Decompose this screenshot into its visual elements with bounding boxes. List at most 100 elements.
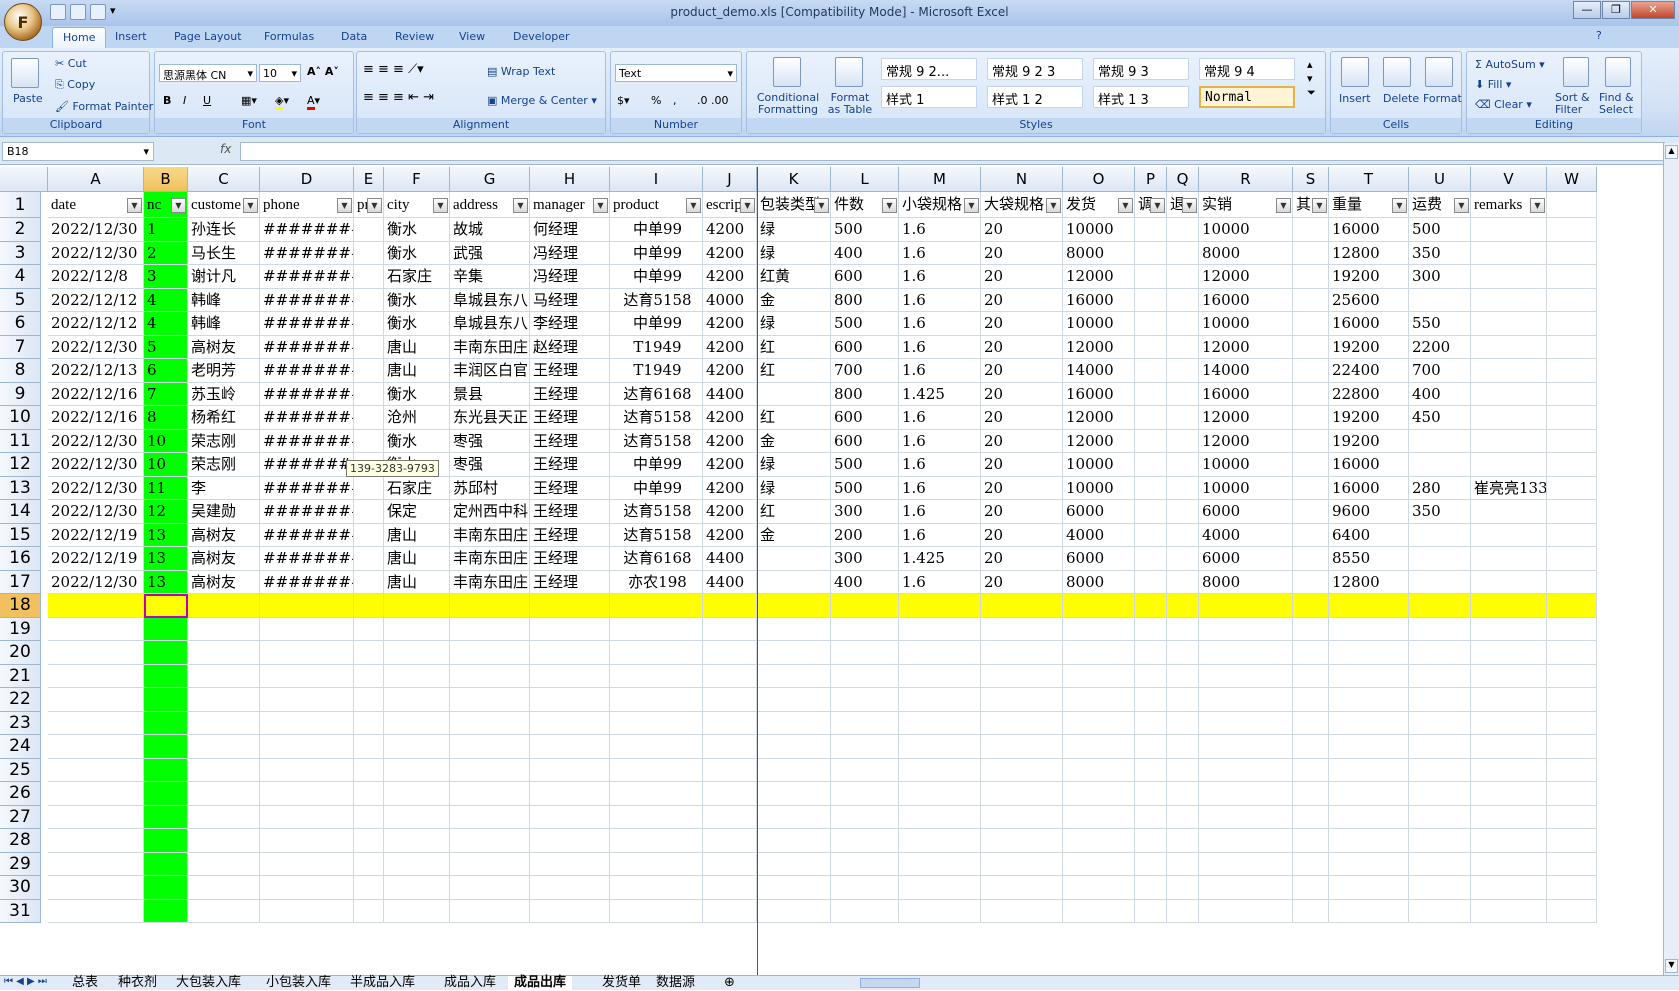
table-cell[interactable] — [981, 711, 1063, 735]
row-header[interactable]: 23 — [0, 711, 41, 735]
table-cell[interactable] — [1409, 688, 1471, 712]
sheet-tab[interactable]: 半成品入库 — [344, 976, 421, 991]
row-header[interactable]: 22 — [0, 688, 41, 712]
table-cell[interactable] — [144, 758, 188, 782]
table-cell[interactable] — [354, 617, 384, 641]
table-cell[interactable] — [1293, 664, 1329, 688]
table-cell[interactable] — [981, 876, 1063, 900]
table-cell[interactable] — [260, 688, 354, 712]
table-cell[interactable] — [1135, 288, 1167, 312]
table-cell[interactable]: 王经理 — [530, 382, 610, 406]
column-header[interactable]: C — [188, 167, 260, 192]
table-cell[interactable] — [188, 829, 260, 853]
format-cells-button[interactable]: Format — [1423, 92, 1462, 105]
table-cell[interactable] — [1199, 758, 1293, 782]
table-cell[interactable]: 1.6 — [899, 335, 981, 359]
column-header[interactable]: W — [1547, 167, 1597, 192]
table-cell[interactable] — [1329, 758, 1409, 782]
sheet-tab[interactable]: 数据源 — [650, 976, 701, 991]
table-cell[interactable] — [144, 852, 188, 876]
table-cell[interactable] — [144, 617, 188, 641]
table-cell[interactable]: 16000 — [1199, 288, 1293, 312]
column-header[interactable]: G — [450, 167, 530, 192]
minimize-button[interactable]: — — [1573, 1, 1601, 19]
table-cell[interactable]: 600 — [831, 406, 899, 430]
table-cell[interactable] — [1063, 852, 1135, 876]
row-header[interactable]: 7 — [0, 335, 41, 359]
table-cell[interactable]: 达育5158 — [610, 288, 703, 312]
table-cell[interactable]: 1.6 — [899, 500, 981, 524]
table-cell[interactable] — [450, 641, 530, 665]
table-cell[interactable]: 350 — [1409, 500, 1471, 524]
table-cell[interactable]: 衡水 — [384, 218, 450, 242]
table-cell[interactable]: ########## — [260, 241, 354, 265]
table-cell[interactable] — [188, 758, 260, 782]
table-cell[interactable] — [354, 876, 384, 900]
table-cell[interactable]: 2022/12/30 — [48, 476, 144, 500]
table-cell[interactable]: 高树友 — [188, 335, 260, 359]
table-cell[interactable] — [1167, 453, 1199, 477]
conditional-formatting-icon[interactable] — [773, 57, 801, 87]
table-cell[interactable] — [1293, 688, 1329, 712]
table-cell[interactable]: 衡水 — [384, 288, 450, 312]
table-cell[interactable]: 阜城县东八 — [450, 288, 530, 312]
table-cell[interactable]: 10 — [144, 453, 188, 477]
table-cell[interactable]: 2022/12/8 — [48, 265, 144, 289]
table-cell[interactable] — [260, 852, 354, 876]
table-cell[interactable]: 达育5158 — [610, 500, 703, 524]
table-cell[interactable] — [757, 547, 831, 571]
table-cell[interactable] — [354, 335, 384, 359]
table-cell[interactable] — [1409, 664, 1471, 688]
sheet-tab[interactable]: 大包装入库 — [170, 976, 247, 991]
clear-button[interactable]: ⌫ Clear ▾ — [1475, 98, 1532, 111]
table-cell[interactable] — [1329, 852, 1409, 876]
table-cell[interactable]: 6400 — [1329, 523, 1409, 547]
table-cell[interactable]: 丰润区白官 — [450, 359, 530, 383]
table-cell[interactable] — [1329, 782, 1409, 806]
table-cell[interactable] — [981, 735, 1063, 759]
table-cell[interactable]: T1949 — [610, 335, 703, 359]
table-cell[interactable] — [757, 899, 831, 923]
table-cell[interactable]: 吴建勋 — [188, 500, 260, 524]
table-cell[interactable]: 1.6 — [899, 429, 981, 453]
table-cell[interactable]: 12000 — [1199, 265, 1293, 289]
row-header[interactable]: 4 — [0, 265, 41, 289]
table-cell[interactable] — [1199, 782, 1293, 806]
format-cells-icon[interactable] — [1425, 57, 1453, 87]
table-cell[interactable]: 定州西中科 — [450, 500, 530, 524]
table-cell[interactable] — [1329, 876, 1409, 900]
table-cell[interactable] — [354, 758, 384, 782]
table-cell[interactable] — [354, 359, 384, 383]
table-cell[interactable]: 绿 — [757, 476, 831, 500]
table-cell[interactable] — [354, 523, 384, 547]
table-cell[interactable]: 8000 — [1063, 241, 1135, 265]
table-cell[interactable]: 4400 — [703, 570, 757, 594]
table-cell[interactable] — [1293, 476, 1329, 500]
table-cell[interactable]: 1.6 — [899, 312, 981, 336]
table-cell[interactable] — [703, 688, 757, 712]
table-cell[interactable] — [1547, 735, 1597, 759]
table-cell[interactable]: 12000 — [1199, 335, 1293, 359]
table-cell[interactable]: 12800 — [1329, 241, 1409, 265]
horizontal-scrollbar-thumb[interactable] — [860, 978, 920, 988]
table-cell[interactable] — [1293, 899, 1329, 923]
wrap-text-button[interactable]: ▤ Wrap Text — [487, 65, 555, 78]
table-cell[interactable] — [610, 594, 703, 618]
table-cell[interactable] — [1167, 288, 1199, 312]
table-cell[interactable]: 1.425 — [899, 382, 981, 406]
table-cell[interactable] — [1167, 711, 1199, 735]
table-cell[interactable] — [1547, 241, 1597, 265]
table-cell[interactable]: 700 — [1409, 359, 1471, 383]
table-cell[interactable] — [1135, 359, 1167, 383]
table-cell[interactable] — [450, 829, 530, 853]
tab-formulas[interactable]: Formulas — [264, 30, 314, 43]
column-header[interactable]: T — [1329, 167, 1409, 192]
table-cell[interactable]: 800 — [831, 288, 899, 312]
table-cell[interactable]: 4200 — [703, 406, 757, 430]
table-cell[interactable] — [1135, 594, 1167, 618]
table-cell[interactable]: 22400 — [1329, 359, 1409, 383]
table-cell[interactable] — [188, 782, 260, 806]
table-cell[interactable] — [1547, 288, 1597, 312]
table-cell[interactable] — [260, 641, 354, 665]
table-cell[interactable]: 1.425 — [899, 547, 981, 571]
